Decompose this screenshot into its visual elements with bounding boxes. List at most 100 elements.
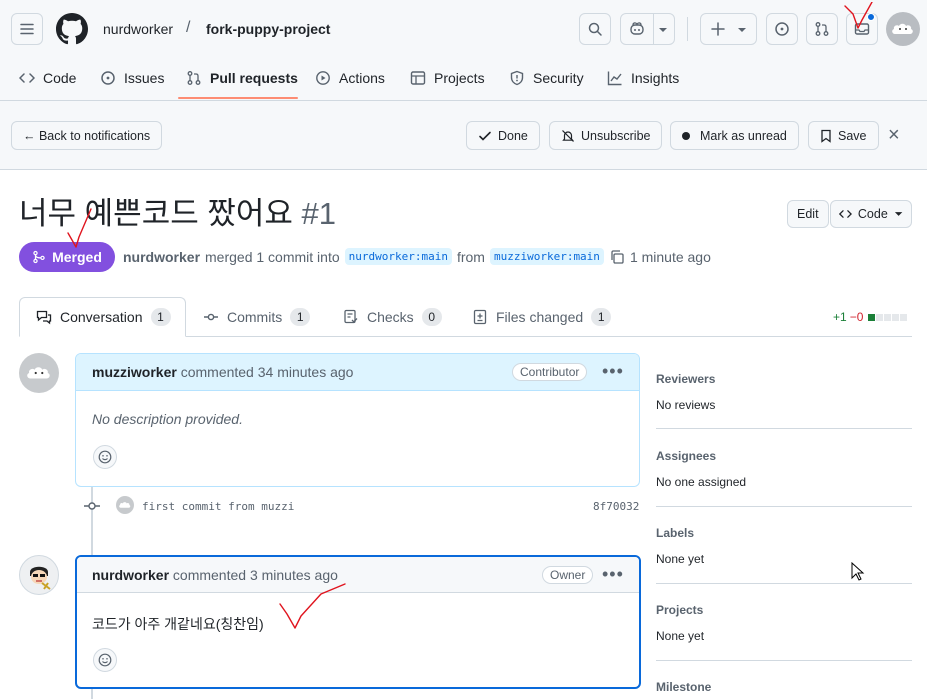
comment-avatar[interactable]: [19, 555, 59, 595]
nav-code-label: Code: [43, 70, 77, 86]
git-commit-icon: [84, 502, 100, 510]
tab-checks[interactable]: Checks 0: [343, 297, 442, 337]
comment-avatar[interactable]: [19, 353, 59, 393]
commit-sha[interactable]: 8f70032: [593, 500, 639, 513]
role-badge: Owner: [542, 566, 594, 584]
kebab-menu-icon[interactable]: •••: [602, 564, 624, 585]
issue-icon: [101, 71, 115, 85]
pull-requests-button[interactable]: [806, 13, 838, 45]
tab-commits[interactable]: Commits 1: [203, 297, 311, 337]
annotation-checkmark: [67, 208, 92, 248]
add-reaction-button[interactable]: [93, 445, 117, 469]
tab-files-changed[interactable]: Files changed 1: [472, 297, 612, 337]
mark-as-unread-button[interactable]: Mark as unread: [670, 121, 799, 150]
pull-request-icon: [815, 22, 829, 36]
done-button[interactable]: Done: [466, 121, 540, 150]
nav-security[interactable]: Security: [509, 67, 584, 89]
comment-header-text: nurdworker commented 3 minutes ago: [92, 567, 338, 583]
tab-conversation-label: Conversation: [60, 309, 143, 325]
comment-action: commented 34 minutes ago: [180, 364, 354, 380]
nav-pull-requests[interactable]: Pull requests: [186, 67, 298, 89]
diffstat-added: +1: [833, 310, 847, 324]
chevron-down-icon: [738, 28, 746, 32]
pr-from-text: from: [456, 248, 485, 265]
diffstat-block-neutral: [884, 313, 892, 321]
git-commit-icon: [204, 313, 218, 321]
dot-icon: [682, 131, 690, 140]
commit-author-avatar[interactable]: [116, 496, 134, 514]
shield-icon: [510, 70, 524, 86]
mark-as-unread-label: Mark as unread: [700, 128, 787, 143]
menu-button[interactable]: [11, 13, 43, 45]
smiley-icon: [98, 653, 112, 667]
comment-body: No description provided.: [92, 411, 243, 427]
sidebar-heading-labels: Labels: [656, 526, 695, 540]
table-icon: [410, 71, 426, 85]
pr-number: #1: [301, 196, 337, 231]
mouse-cursor-icon: [851, 562, 865, 581]
check-icon: [479, 131, 491, 141]
nav-projects-label: Projects: [434, 70, 485, 86]
sidebar-value-reviewers: No reviews: [656, 398, 716, 412]
copilot-divider: [653, 14, 654, 44]
kebab-menu-icon[interactable]: •••: [602, 361, 624, 382]
head-branch-link[interactable]: muzziworker:main: [489, 248, 604, 265]
path-separator: /: [186, 19, 191, 36]
nav-insights-label: Insights: [631, 70, 680, 86]
graph-icon: [607, 71, 622, 86]
code-dropdown-label: Code: [857, 207, 888, 221]
search-button[interactable]: [579, 13, 611, 45]
nav-actions[interactable]: Actions: [315, 67, 385, 89]
nav-selected-underline: [178, 97, 298, 99]
nav-actions-label: Actions: [339, 70, 385, 86]
sidebar-divider: [656, 428, 912, 429]
repo-owner-link[interactable]: nurdworker: [103, 21, 173, 37]
code-dropdown-button[interactable]: Code: [830, 200, 912, 228]
diffstat: +1 −0: [833, 310, 908, 324]
repo-name-link[interactable]: fork-puppy-project: [206, 21, 330, 37]
nav-projects[interactable]: Projects: [410, 67, 485, 89]
issues-button[interactable]: [766, 13, 798, 45]
add-reaction-button[interactable]: [93, 648, 117, 672]
pull-request-icon: [187, 71, 201, 85]
bell-slash-icon: [562, 129, 574, 142]
nav-pull-requests-label: Pull requests: [210, 70, 298, 86]
tab-commits-count: 1: [290, 308, 311, 326]
save-button[interactable]: Save: [808, 121, 879, 150]
comment-author[interactable]: muzziworker: [92, 364, 177, 380]
copilot-button[interactable]: [620, 13, 675, 45]
copy-icon[interactable]: [609, 249, 625, 265]
create-new-button[interactable]: [700, 13, 757, 45]
unsubscribe-button[interactable]: Unsubscribe: [549, 121, 663, 150]
search-icon: [588, 22, 602, 36]
nav-insights[interactable]: Insights: [607, 67, 679, 89]
annotation-checkmark: [844, 2, 873, 29]
role-badge: Contributor: [512, 363, 588, 381]
tab-files-changed-label: Files changed: [496, 309, 584, 325]
pr-author-link[interactable]: nurdworker: [123, 249, 200, 265]
comment-discussion-icon: [36, 310, 52, 325]
close-icon[interactable]: ×: [888, 124, 900, 147]
back-to-notifications-button[interactable]: ← Back to notifications: [11, 121, 163, 150]
comment-author[interactable]: nurdworker: [92, 567, 169, 583]
tab-conversation[interactable]: Conversation 1: [19, 297, 186, 337]
nav-security-label: Security: [533, 70, 584, 86]
nav-code[interactable]: Code: [19, 67, 76, 89]
edit-title-button[interactable]: Edit: [787, 200, 829, 228]
chevron-down-icon: [894, 212, 903, 216]
github-logo-icon[interactable]: [56, 13, 88, 45]
base-branch-link[interactable]: nurdworker:main: [344, 248, 452, 265]
cloud-avatar-icon: [892, 23, 913, 34]
cloud-avatar-icon: [27, 367, 50, 379]
comment-body: 코드가 아주 개같네요(칭찬임): [92, 616, 264, 632]
sidebar-divider: [656, 660, 912, 661]
commit-message[interactable]: first commit from muzzi: [142, 500, 294, 513]
diffstat-removed: −0: [849, 310, 864, 324]
pr-merge-summary: nurdworker merged 1 commit into nurdwork…: [123, 248, 711, 265]
code-icon: [839, 210, 852, 218]
chevron-down-icon: [659, 28, 667, 32]
avatar[interactable]: [886, 12, 920, 46]
nav-issues[interactable]: Issues: [100, 67, 164, 89]
bookmark-icon: [821, 129, 831, 143]
tab-files-changed-count: 1: [591, 308, 612, 326]
